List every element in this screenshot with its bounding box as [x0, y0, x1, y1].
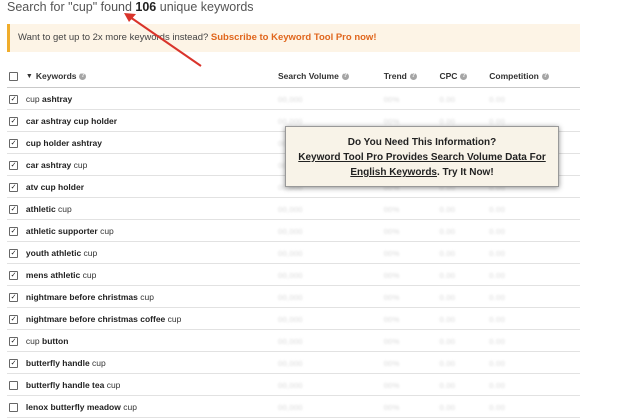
annotation-arrow-icon — [124, 13, 202, 67]
